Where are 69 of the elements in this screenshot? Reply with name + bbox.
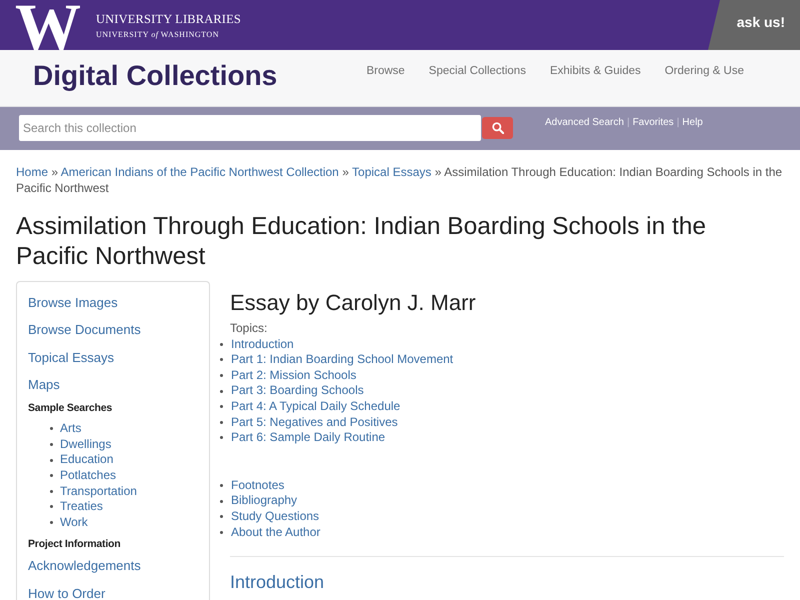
search-button[interactable] xyxy=(482,117,513,139)
utility-link[interactable]: Favorites xyxy=(632,116,674,129)
bullet-icon xyxy=(50,443,53,446)
topic-link[interactable]: Part 4: A Typical Daily Schedule xyxy=(231,398,400,415)
bullet-icon xyxy=(220,500,223,503)
bullet-icon xyxy=(220,342,223,346)
sample-search-link[interactable]: Work xyxy=(60,514,88,530)
logo-mark[interactable]: W xyxy=(15,6,81,50)
bullet-icon xyxy=(220,530,223,534)
sample-search-link[interactable]: Potlatches xyxy=(60,468,116,484)
search-icon xyxy=(492,122,504,134)
logo-title: UNIVERSITY LIBRARIES xyxy=(96,12,241,27)
sample-search-link[interactable]: Treaties xyxy=(60,499,103,515)
sidebar-heading: Project Information xyxy=(28,537,120,552)
sample-search-link[interactable]: Dwellings xyxy=(60,436,112,452)
essay-link[interactable]: Bibliography xyxy=(231,493,298,509)
bullet-icon xyxy=(220,374,223,378)
breadcrumb-trail: Home » American Indians of the Pacific Northwest Collection » Topical Essays » Assimilation Through Education: Indian Boarding Schools in the Pacific Northwest xyxy=(16,164,784,196)
nav-link[interactable]: Special Collections xyxy=(428,64,526,78)
ask-us-link[interactable]: ask us! xyxy=(708,0,800,50)
sidebar-link[interactable]: Maps xyxy=(28,370,60,398)
bullet-icon xyxy=(220,515,223,518)
bullet-icon xyxy=(220,358,223,362)
link-separator: | xyxy=(626,116,630,129)
section-heading: Introduction xyxy=(230,571,326,594)
utility-link[interactable]: Advanced Search xyxy=(545,116,624,129)
sidebar-link[interactable]: How to Order xyxy=(28,580,106,600)
logo-subtitle: UNIVERSITY of WASHINGTON xyxy=(96,29,220,40)
sidebar-link[interactable]: Browse Documents xyxy=(28,316,141,344)
bullet-icon xyxy=(50,427,53,430)
search-field[interactable]: Search this collection xyxy=(19,115,481,141)
utility-link[interactable]: Help xyxy=(682,116,703,129)
bullet-icon xyxy=(50,458,53,462)
topic-link[interactable]: Part 1: Indian Boarding School Movement xyxy=(231,352,454,368)
bullet-icon xyxy=(50,521,53,524)
sample-search-link[interactable]: Transportation xyxy=(60,484,137,500)
essay-link[interactable]: About the Author xyxy=(231,524,320,540)
bullet-icon xyxy=(220,484,223,488)
bullet-icon xyxy=(50,490,53,493)
bullet-icon xyxy=(220,436,223,440)
sidebar-heading: Sample Searches xyxy=(28,401,112,416)
nav-link[interactable]: Exhibits & Guides xyxy=(550,64,641,78)
nav-link[interactable]: Ordering & Use xyxy=(664,64,744,78)
topic-link[interactable]: Introduction xyxy=(231,336,294,352)
essay-link[interactable]: Footnotes xyxy=(231,478,284,494)
bullet-icon xyxy=(50,474,53,478)
breadcrumb-link[interactable]: Home xyxy=(16,165,48,179)
sidebar-link[interactable]: Topical Essays xyxy=(28,344,114,371)
sidebar-link[interactable]: Browse Images xyxy=(28,289,118,316)
topic-link[interactable]: Part 6: Sample Daily Routine xyxy=(231,430,386,446)
topic-link[interactable]: Part 2: Mission Schools xyxy=(231,368,356,384)
page-title: Assimilation Through Education: Indian Boarding Schools in the Pacific Northwest xyxy=(16,212,708,272)
bullet-icon xyxy=(220,420,223,424)
bullet-icon xyxy=(220,405,223,408)
bullet-icon xyxy=(220,390,223,393)
nav-link[interactable]: Browse xyxy=(366,64,405,78)
sidebar-link[interactable]: Acknowledgements xyxy=(28,552,141,580)
sample-search-link[interactable]: Arts xyxy=(60,421,82,437)
breadcrumb-link[interactable]: Topical Essays xyxy=(352,165,432,179)
essay-byline: Essay by Carolyn J. Marr xyxy=(230,289,477,317)
site-title[interactable]: Digital Collections xyxy=(33,59,278,93)
essay-link[interactable]: Study Questions xyxy=(231,508,320,525)
sample-search-link[interactable]: Education xyxy=(60,452,114,468)
topic-link[interactable]: Part 3: Boarding Schools xyxy=(231,383,364,399)
topics-label: Topics: xyxy=(230,321,268,337)
link-separator: | xyxy=(676,116,680,129)
topic-link[interactable]: Part 5: Negatives and Positives xyxy=(231,414,398,430)
bullet-icon xyxy=(50,505,53,508)
breadcrumb-link[interactable]: American Indians of the Pacific Northwest Collection xyxy=(60,165,339,179)
